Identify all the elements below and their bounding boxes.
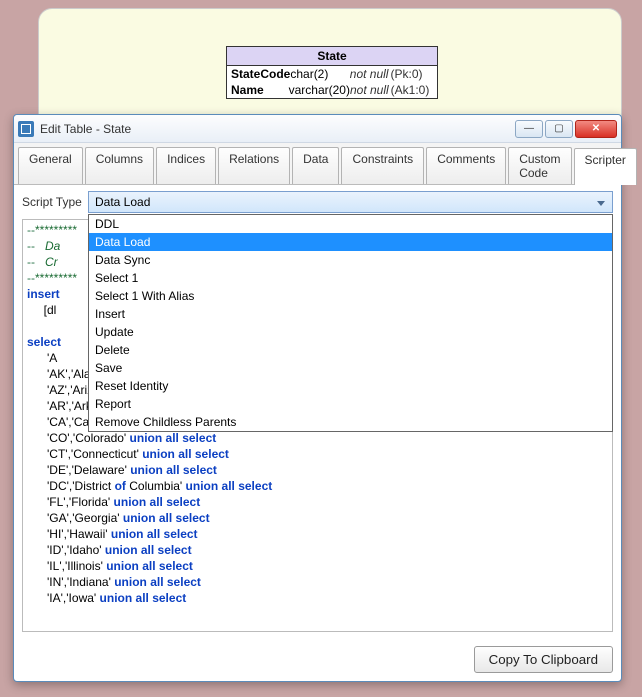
scripttype-label: Script Type bbox=[22, 195, 88, 209]
content-area: Script Type Data Load DDL Data Load Data… bbox=[14, 185, 621, 640]
scripttype-row: Script Type Data Load bbox=[22, 191, 613, 213]
tab-columns[interactable]: Columns bbox=[85, 147, 154, 184]
schema-row: Name varchar(20) not null (Ak1:0) bbox=[227, 82, 437, 98]
schema-title: State bbox=[227, 47, 437, 66]
schema-table: State StateCode char(2) not null (Pk:0) … bbox=[226, 46, 438, 99]
maximize-button[interactable]: ▢ bbox=[545, 120, 573, 138]
dd-item-reset-identity[interactable]: Reset Identity bbox=[89, 377, 612, 395]
dd-item-ddl[interactable]: DDL bbox=[89, 215, 612, 233]
tab-general[interactable]: General bbox=[18, 147, 83, 184]
schema-row: StateCode char(2) not null (Pk:0) bbox=[227, 66, 437, 82]
tab-comments[interactable]: Comments bbox=[426, 147, 506, 184]
scripttype-dropdown[interactable]: DDL Data Load Data Sync Select 1 Select … bbox=[88, 214, 613, 432]
dd-item-data-sync[interactable]: Data Sync bbox=[89, 251, 612, 269]
dd-item-report[interactable]: Report bbox=[89, 395, 612, 413]
app-icon bbox=[18, 121, 34, 137]
tab-indices[interactable]: Indices bbox=[156, 147, 216, 184]
dd-item-select1-alias[interactable]: Select 1 With Alias bbox=[89, 287, 612, 305]
minimize-button[interactable]: — bbox=[515, 120, 543, 138]
tab-custom-code[interactable]: Custom Code bbox=[508, 147, 571, 184]
bottom-bar: Copy To Clipboard bbox=[14, 640, 621, 681]
titlebar[interactable]: Edit Table - State — ▢ ✕ bbox=[14, 115, 621, 143]
tabbar: General Columns Indices Relations Data C… bbox=[14, 143, 621, 185]
scripttype-combo[interactable]: Data Load bbox=[88, 191, 613, 213]
tab-scripter[interactable]: Scripter bbox=[574, 148, 637, 185]
dd-item-data-load[interactable]: Data Load bbox=[89, 233, 612, 251]
dd-item-insert[interactable]: Insert bbox=[89, 305, 612, 323]
close-button[interactable]: ✕ bbox=[575, 120, 617, 138]
copy-to-clipboard-button[interactable]: Copy To Clipboard bbox=[474, 646, 613, 673]
dd-item-save[interactable]: Save bbox=[89, 359, 612, 377]
dd-item-select1[interactable]: Select 1 bbox=[89, 269, 612, 287]
dd-item-update[interactable]: Update bbox=[89, 323, 612, 341]
tab-relations[interactable]: Relations bbox=[218, 147, 290, 184]
chevron-down-icon bbox=[594, 196, 608, 210]
window-title: Edit Table - State bbox=[40, 122, 513, 136]
dd-item-delete[interactable]: Delete bbox=[89, 341, 612, 359]
tab-constraints[interactable]: Constraints bbox=[341, 147, 424, 184]
dd-item-remove-childless[interactable]: Remove Childless Parents bbox=[89, 413, 612, 431]
scripttype-selected: Data Load bbox=[95, 195, 150, 209]
edit-table-window: Edit Table - State — ▢ ✕ General Columns… bbox=[13, 114, 622, 682]
tab-data[interactable]: Data bbox=[292, 147, 339, 184]
